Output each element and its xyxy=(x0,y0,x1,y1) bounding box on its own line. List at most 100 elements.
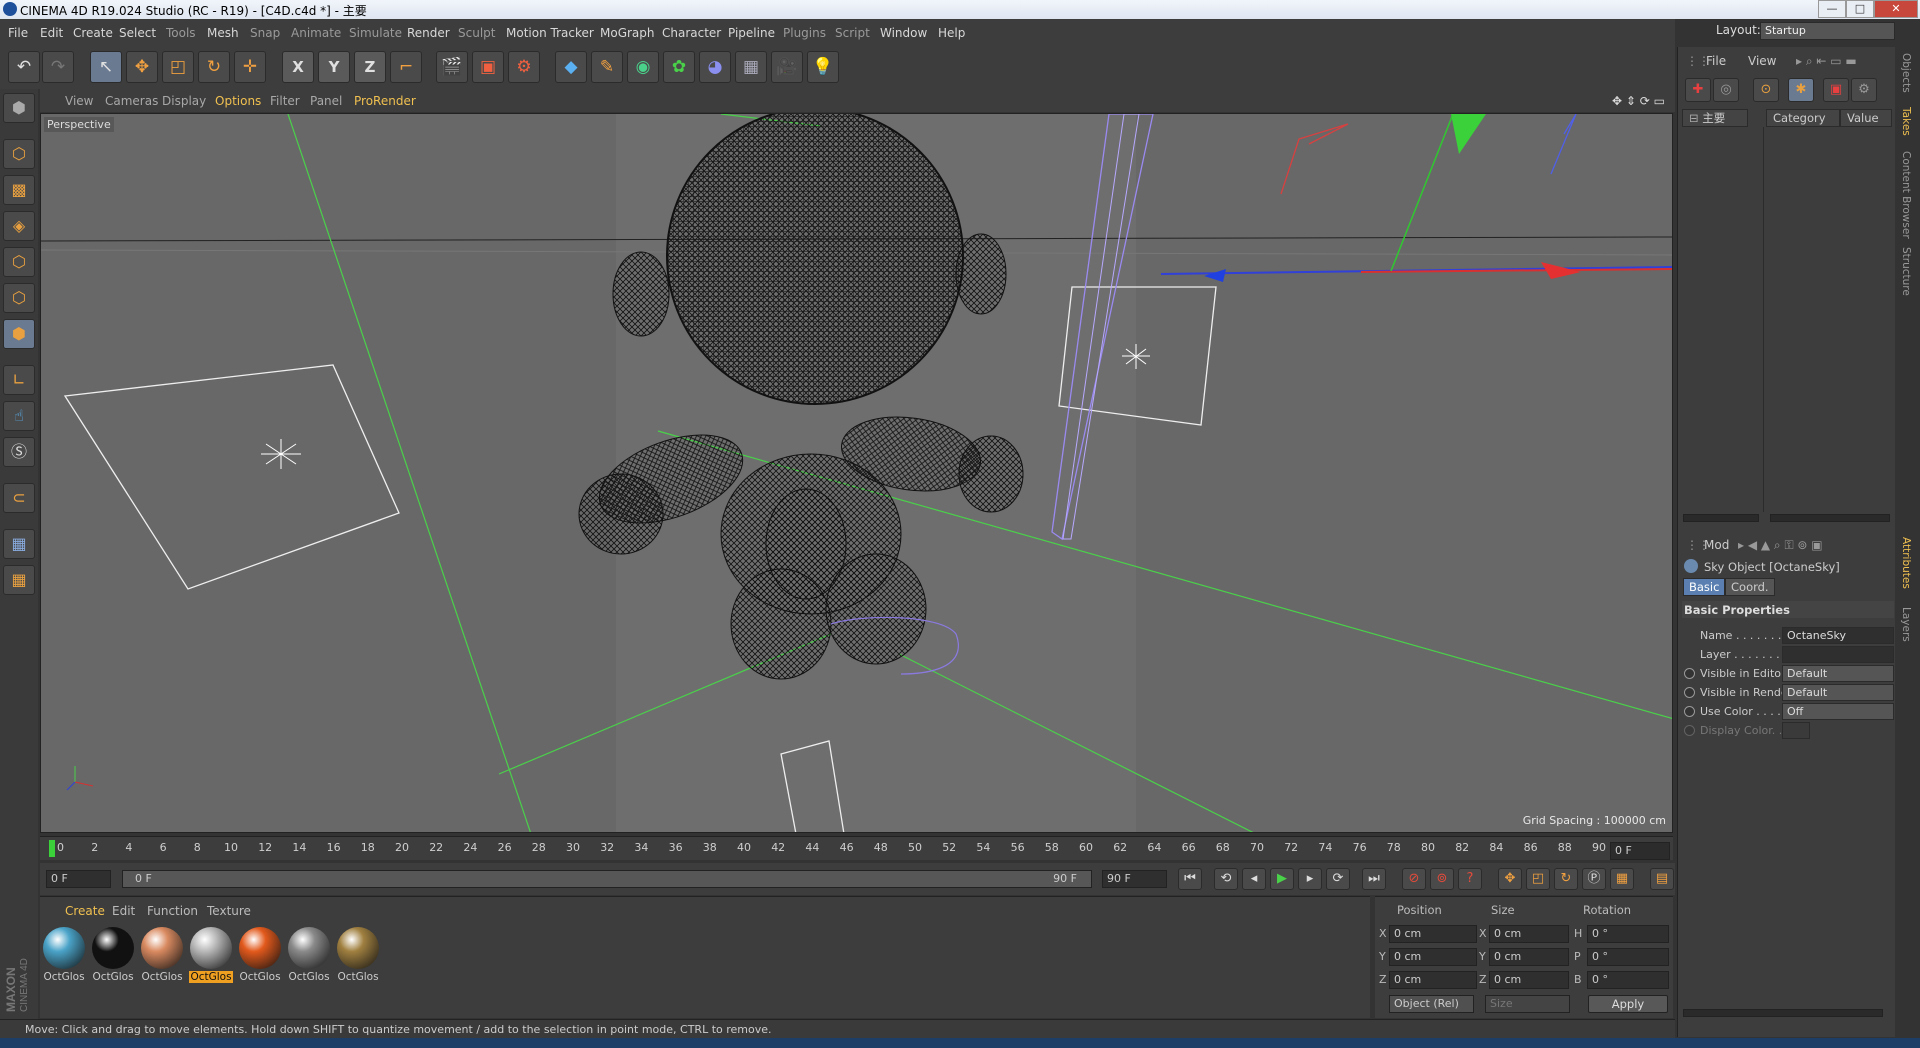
texture-mode-icon[interactable]: ▩ xyxy=(3,175,35,205)
take-render-icon[interactable]: ▣ xyxy=(1823,78,1849,102)
viewport-navigate-icon[interactable]: ✥ ⇕ ⟳ ▭ xyxy=(1612,94,1665,108)
key-position-icon[interactable]: ✥ xyxy=(1498,868,1522,890)
visible-in-renderer-dropdown[interactable]: Default xyxy=(1782,684,1894,701)
redo-icon[interactable]: ↷ xyxy=(42,51,74,83)
key-parameter-icon[interactable]: Ⓟ xyxy=(1582,868,1606,890)
size-x-field[interactable]: 0 cm xyxy=(1489,925,1569,943)
viewport-menu-prorender[interactable]: ProRender xyxy=(354,94,416,108)
rotation-h-field[interactable]: 0 ° xyxy=(1587,925,1669,943)
material-swatch[interactable]: OctGlos xyxy=(238,927,282,987)
workplane-mode-icon[interactable]: ◈ xyxy=(3,211,35,241)
menu-create[interactable]: Create xyxy=(73,26,113,40)
end-frame-field[interactable]: 90 F xyxy=(1102,870,1167,888)
column-value[interactable]: Value xyxy=(1840,109,1892,127)
viewport-menu-filter[interactable]: Filter xyxy=(270,94,300,108)
go-to-end-icon[interactable]: ⏭ xyxy=(1362,868,1386,890)
layout-dropdown[interactable]: Startup xyxy=(1760,22,1895,40)
menu-file[interactable]: File xyxy=(8,26,28,40)
rotation-p-field[interactable]: 0 ° xyxy=(1587,948,1669,966)
menu-edit[interactable]: Edit xyxy=(40,26,63,40)
deformer-icon[interactable]: ◕ xyxy=(699,51,731,83)
tab-basic[interactable]: Basic xyxy=(1683,578,1726,596)
material-swatch[interactable]: OctGlos xyxy=(140,927,184,987)
display-color-swatch[interactable] xyxy=(1782,722,1810,739)
keyframe-selection-icon[interactable]: ? xyxy=(1458,868,1482,890)
side-tab-layers[interactable]: Layers xyxy=(1900,607,1912,642)
previous-key-icon[interactable]: ⟲ xyxy=(1214,868,1238,890)
points-mode-icon[interactable]: ⬡ xyxy=(3,247,35,277)
attribute-mode-menu[interactable]: Mod xyxy=(1704,538,1729,552)
next-key-icon[interactable]: ⟳ xyxy=(1326,868,1350,890)
material-swatch[interactable]: OctGlos xyxy=(287,927,331,987)
material-menu-texture[interactable]: Texture xyxy=(207,904,251,918)
take-filter-icon[interactable]: ⚙ xyxy=(1851,78,1877,102)
maximize-button[interactable]: □ xyxy=(1846,0,1874,18)
transform-tool-icon[interactable]: ✛ xyxy=(234,51,266,83)
workplane-align-icon[interactable]: ▦ xyxy=(3,565,35,595)
take-add-icon[interactable]: ✚ xyxy=(1685,78,1711,102)
menu-plugins[interactable]: Plugins xyxy=(783,26,826,40)
animate-radio[interactable] xyxy=(1684,668,1695,679)
object-menu-file[interactable]: File xyxy=(1706,54,1726,68)
tweak-mode-icon[interactable]: ☝ xyxy=(3,401,35,431)
use-color-dropdown[interactable]: Off xyxy=(1782,703,1894,720)
lock-z-axis-icon[interactable]: Z xyxy=(354,51,386,83)
menu-animate[interactable]: Animate xyxy=(291,26,341,40)
side-tab-takes[interactable]: Takes xyxy=(1900,107,1912,136)
move-tool-icon[interactable]: ✥ xyxy=(126,51,158,83)
camera-label[interactable]: Perspective xyxy=(44,117,114,132)
position-z-field[interactable]: 0 cm xyxy=(1389,971,1477,989)
menu-script[interactable]: Script xyxy=(835,26,870,40)
material-menu-function[interactable]: Function xyxy=(147,904,198,918)
viewport-menu-options[interactable]: Options xyxy=(215,94,261,108)
timeline-ruler[interactable]: 0 2 4 6 8 10 12 14 16 18 20 22 24 26 28 30 32 34 36 38 40 42 4… xyxy=(40,836,1673,860)
autokeying-icon[interactable]: ⊚ xyxy=(1430,868,1454,890)
viewport-menu-display[interactable]: Display xyxy=(162,94,206,108)
horizontal-scrollbar-left[interactable] xyxy=(1683,514,1759,522)
viewport-menu-view[interactable]: View xyxy=(65,94,93,108)
material-menu-edit[interactable]: Edit xyxy=(112,904,135,918)
coordinate-mode-dropdown[interactable]: Object (Rel) xyxy=(1389,995,1474,1013)
previous-frame-icon[interactable]: ◂ xyxy=(1242,868,1266,890)
next-frame-icon[interactable]: ▸ xyxy=(1298,868,1322,890)
start-frame-field[interactable]: 0 F xyxy=(46,870,111,888)
material-menu-create[interactable]: Create xyxy=(65,904,105,918)
3d-viewport[interactable]: Perspective Grid Spacing : 100000 cm xyxy=(40,113,1673,833)
play-icon[interactable]: ▶ xyxy=(1270,868,1294,890)
menu-help[interactable]: Help xyxy=(938,26,965,40)
coordinate-system-icon[interactable]: ⌐ xyxy=(390,51,422,83)
viewport-menu-panel[interactable]: Panel xyxy=(310,94,342,108)
object-tree-root[interactable]: ⊟ 主要 xyxy=(1682,109,1748,127)
visible-in-editor-dropdown[interactable]: Default xyxy=(1782,665,1894,682)
position-x-field[interactable]: 0 cm xyxy=(1389,925,1477,943)
menu-pipeline[interactable]: Pipeline xyxy=(728,26,775,40)
key-rotation-icon[interactable]: ↻ xyxy=(1554,868,1578,890)
menu-mograph[interactable]: MoGraph xyxy=(600,26,655,40)
camera-icon[interactable]: 🎥 xyxy=(771,51,803,83)
side-tab-content-browser[interactable]: Content Browser xyxy=(1900,151,1912,239)
animate-radio[interactable] xyxy=(1684,687,1695,698)
side-tab-attributes[interactable]: Attributes xyxy=(1900,537,1912,589)
undo-icon[interactable]: ↶ xyxy=(8,51,40,83)
tab-coord[interactable]: Coord. xyxy=(1725,578,1775,596)
menu-tools[interactable]: Tools xyxy=(166,26,196,40)
scale-tool-icon[interactable]: ◰ xyxy=(162,51,194,83)
material-swatch[interactable]: OctGlos xyxy=(189,927,233,987)
timeline-window-icon[interactable]: ▤ xyxy=(1650,868,1674,890)
name-field[interactable]: OctaneSky xyxy=(1782,627,1894,644)
animate-radio[interactable] xyxy=(1684,725,1695,736)
rotate-tool-icon[interactable]: ↻ xyxy=(198,51,230,83)
menu-motion-tracker[interactable]: Motion Tracker xyxy=(506,26,594,40)
spline-pen-icon[interactable]: ✎ xyxy=(591,51,623,83)
record-keys-icon[interactable]: ⊘ xyxy=(1402,868,1426,890)
material-swatch[interactable]: OctGlos xyxy=(42,927,86,987)
render-settings-icon[interactable]: ⚙ xyxy=(508,51,540,83)
cloner-icon[interactable]: ✿ xyxy=(663,51,695,83)
horizontal-scrollbar-right[interactable] xyxy=(1770,514,1890,522)
side-tab-structure[interactable]: Structure xyxy=(1900,247,1912,296)
frame-range-slider[interactable]: 0 F 90 F xyxy=(122,870,1092,888)
size-y-field[interactable]: 0 cm xyxy=(1489,948,1569,966)
edges-mode-icon[interactable]: ⬡ xyxy=(3,283,35,313)
selection-tool-icon[interactable]: ↖ xyxy=(90,51,122,83)
workplane-lock-icon[interactable]: ▦ xyxy=(3,529,35,559)
